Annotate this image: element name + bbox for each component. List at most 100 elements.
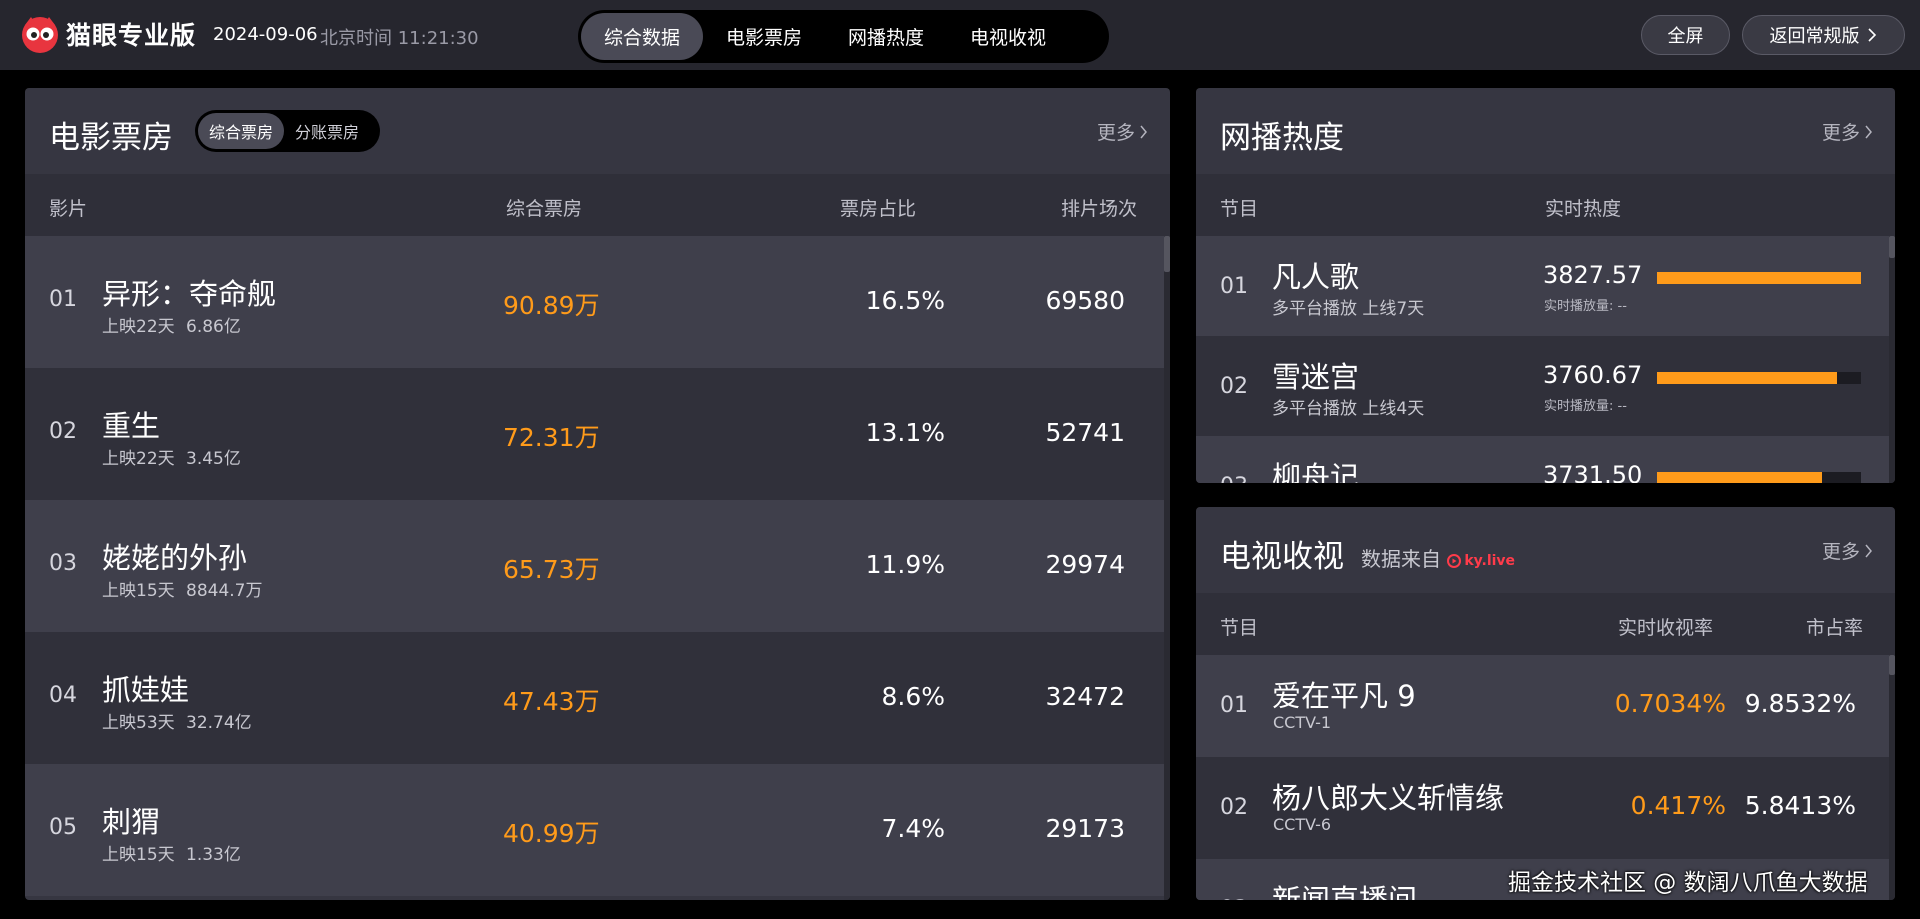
kylive-logo-text: ky.live: [1464, 552, 1516, 569]
program-sub: 多平台播放 上线7天: [1272, 299, 1425, 319]
tab-web-heat[interactable]: 网播热度: [825, 13, 947, 60]
rank: 01: [1220, 274, 1248, 299]
tab-tv-ratings[interactable]: 电视收视: [947, 13, 1069, 60]
tv-scrollbar[interactable]: [1889, 655, 1895, 900]
toggle-total-boxoffice[interactable]: 综合票房: [198, 113, 285, 149]
heat-bar: [1657, 472, 1861, 483]
chevron-right-icon: [1140, 125, 1147, 138]
show-count: 29173: [1045, 814, 1125, 843]
total-boxoffice: 32.74亿: [186, 713, 252, 733]
release-days: 上映22天: [102, 317, 175, 337]
total-boxoffice: 3.45亿: [186, 449, 241, 469]
film-name: 姥姥的外孙: [102, 541, 248, 575]
release-days: 上映53天: [102, 713, 175, 733]
chevron-right-icon: [1865, 125, 1872, 138]
program-name: 杨八郎大义斩情缘: [1272, 781, 1505, 815]
realtime-boxoffice: 65.73万: [503, 555, 600, 584]
web-scrollbar-thumb[interactable]: [1889, 236, 1895, 258]
movie-scrollbar-thumb[interactable]: [1164, 236, 1170, 272]
channel: CCTV-6: [1273, 815, 1332, 834]
table-row[interactable]: 03 姥姥的外孙 上映15天 8844.7万 65.73万 11.9% 2997…: [25, 500, 1164, 632]
program-name: 雪迷宫: [1272, 360, 1360, 394]
movie-panel-title: 电影票房: [49, 120, 173, 156]
realtime-boxoffice: 72.31万: [503, 423, 600, 452]
col-market-share: 市占率: [1806, 617, 1864, 639]
boxoffice-share: 8.6%: [881, 682, 945, 711]
col-program: 节目: [1220, 198, 1259, 220]
tab-movie-boxoffice[interactable]: 电影票房: [703, 13, 825, 60]
toggle-split-boxoffice[interactable]: 分账票房: [284, 113, 370, 149]
back-to-normal-button[interactable]: 返回常规版: [1742, 15, 1905, 55]
heat-value: 3731.50: [1543, 461, 1643, 483]
table-row[interactable]: 01 爱在平凡 9 CCTV-1 0.7034% 9.8532%: [1196, 655, 1889, 757]
more-label: 更多: [1821, 122, 1860, 144]
more-label: 更多: [1821, 541, 1860, 563]
movie-scrollbar[interactable]: [1164, 236, 1170, 900]
tab-overview[interactable]: 综合数据: [581, 13, 704, 60]
top-header: 猫眼专业版 2024-09-06 北京时间 11:21:30 综合数据 电影票房…: [0, 0, 1920, 70]
boxoffice-share: 13.1%: [865, 418, 945, 447]
program-name: 新闻直播间: [1272, 883, 1418, 900]
heat-value: 3827.57: [1543, 261, 1643, 289]
table-row[interactable]: 01 凡人歌 多平台播放 上线7天 3827.57 实时播放量: --: [1196, 236, 1889, 336]
program-sub: 多平台播放 上线4天: [1272, 399, 1425, 419]
market-share: 5.8413%: [1744, 791, 1856, 820]
program-name: 爱在平凡 9: [1272, 679, 1416, 713]
header-time: 北京时间 11:21:30: [320, 28, 479, 49]
realtime-boxoffice: 47.43万: [503, 687, 600, 716]
table-row[interactable]: 02 重生 上映22天 3.45亿 72.31万 13.1% 52741: [25, 368, 1164, 500]
film-name: 刺猬: [102, 805, 161, 839]
main-tabs: 综合数据 电影票房 网播热度 电视收视: [578, 10, 1109, 63]
boxoffice-share: 16.5%: [865, 286, 945, 315]
table-row[interactable]: 03 柳舟记 3731.50: [1196, 436, 1889, 483]
back-to-normal-label: 返回常规版: [1769, 26, 1860, 47]
heat-value: 3760.67: [1543, 361, 1643, 389]
film-name: 抓娃娃: [102, 673, 190, 707]
kylive-logo: ky.live: [1447, 553, 1515, 569]
web-table-header: 节目 实时热度: [1196, 174, 1895, 236]
realtime-boxoffice: 90.89万: [503, 291, 600, 320]
total-boxoffice: 6.86亿: [186, 317, 241, 337]
show-count: 29974: [1045, 550, 1125, 579]
film-name: 重生: [102, 409, 161, 443]
show-count: 52741: [1045, 418, 1125, 447]
market-share: 9.8532%: [1744, 689, 1856, 718]
web-more-link[interactable]: 更多: [1822, 118, 1873, 145]
col-shows: 排片场次: [1061, 198, 1138, 220]
show-count: 69580: [1045, 286, 1125, 315]
chevron-right-icon: [1865, 544, 1872, 557]
rank: 03: [1220, 897, 1248, 900]
col-rating: 实时收视率: [1618, 617, 1714, 639]
web-scrollbar[interactable]: [1889, 236, 1895, 483]
col-program: 节目: [1220, 617, 1259, 639]
channel: CCTV-1: [1273, 713, 1332, 732]
table-row[interactable]: 01 异形：夺命舰 上映22天 6.86亿 90.89万 16.5% 69580: [25, 236, 1164, 368]
tv-panel-title: 电视收视: [1220, 539, 1344, 575]
col-heat: 实时热度: [1545, 198, 1622, 220]
tv-table-header: 节目 实时收视率 市占率: [1196, 593, 1895, 655]
boxoffice-share: 7.4%: [881, 814, 945, 843]
tv-ratings-panel: 电视收视 数据来自 ky.live 更多 节目 实时收视率 市占率 01 爱在平…: [1196, 507, 1895, 900]
rank: 05: [49, 815, 77, 840]
release-days: 上映15天: [102, 845, 175, 865]
tv-more-link[interactable]: 更多: [1822, 537, 1873, 564]
heat-bar-fill: [1657, 472, 1823, 483]
release-days: 上映22天: [102, 449, 175, 469]
movie-table-body: 01 异形：夺命舰 上映22天 6.86亿 90.89万 16.5% 69580…: [25, 236, 1164, 900]
table-row[interactable]: 02 杨八郎大义斩情缘 CCTV-6 0.417% 5.8413%: [1196, 757, 1889, 859]
rank: 03: [49, 551, 77, 576]
table-row[interactable]: 04 抓娃娃 上映53天 32.74亿 47.43万 8.6% 32472: [25, 632, 1164, 764]
web-panel-title: 网播热度: [1220, 120, 1344, 156]
movie-more-link[interactable]: 更多: [1097, 118, 1148, 145]
tv-scrollbar-thumb[interactable]: [1889, 655, 1895, 675]
data-source: 数据来自 ky.live: [1361, 543, 1515, 572]
heat-sub: 实时播放量: --: [1544, 299, 1627, 314]
rank: 01: [1220, 693, 1248, 718]
table-row[interactable]: 05 刺猬 上映15天 1.33亿 40.99万 7.4% 29173: [25, 764, 1164, 896]
table-row[interactable]: 02 雪迷宫 多平台播放 上线4天 3760.67 实时播放量: --: [1196, 336, 1889, 436]
web-heat-panel: 网播热度 更多 节目 实时热度 01 凡人歌 多平台播放 上线7天 3827.5…: [1196, 88, 1895, 483]
web-table-body: 01 凡人歌 多平台播放 上线7天 3827.57 实时播放量: -- 02 雪…: [1196, 236, 1889, 483]
fullscreen-button[interactable]: 全屏: [1641, 15, 1730, 55]
total-boxoffice: 8844.7万: [186, 581, 263, 601]
col-film: 影片: [49, 198, 88, 220]
